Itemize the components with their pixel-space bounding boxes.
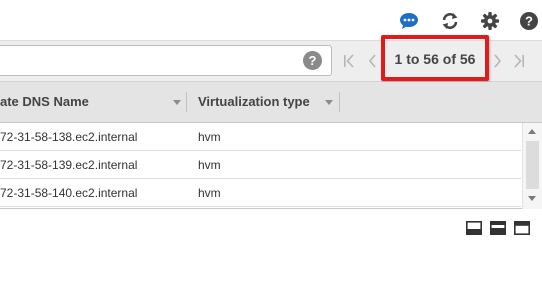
sort-caret-icon[interactable] [325,100,333,105]
column-header-private-dns-name[interactable]: ate DNS Name [0,82,89,122]
next-page-icon[interactable] [489,51,505,71]
scroll-up-icon[interactable] [528,129,536,134]
top-toolbar: ? [0,0,542,40]
first-page-icon[interactable] [341,51,357,71]
layout-split-panel-icon[interactable] [490,221,506,235]
sort-caret-icon[interactable] [173,100,181,105]
column-header-virtualization-type[interactable]: Virtualization type [198,82,310,122]
private-dns-cell: 72-31-58-140.ec2.internal [0,186,138,200]
private-dns-cell: 72-31-58-139.ec2.internal [0,158,138,172]
gear-icon[interactable] [480,11,500,31]
last-page-icon[interactable] [511,51,527,71]
table-header: ate DNS Name Virtualization type [0,82,542,123]
pagination-highlight-box [381,35,489,81]
virtualization-type-cell: hvm [198,186,221,200]
table-row[interactable]: 72-31-58-140.ec2.internal hvm [0,179,521,207]
virtualization-type-cell: hvm [198,130,221,144]
table-row[interactable]: 72-31-58-138.ec2.internal hvm [0,123,521,151]
filter-input[interactable] [5,52,295,70]
layout-bottom-panel-icon[interactable] [466,221,482,235]
scroll-down-icon[interactable] [528,196,536,201]
table-body: 72-31-58-138.ec2.internal hvm 72-31-58-1… [0,123,542,209]
column-resize-handle[interactable] [339,92,340,112]
scrollbar-thumb[interactable] [526,141,539,189]
layout-top-panel-icon[interactable] [514,221,530,235]
virtualization-type-cell: hvm [198,158,221,172]
svg-text:?: ? [525,14,533,29]
filter-help-icon[interactable]: ? [303,51,322,70]
previous-page-icon[interactable] [365,51,381,71]
filter-box: ? [0,45,332,76]
refresh-icon[interactable] [440,11,460,31]
help-icon[interactable]: ? [519,11,539,31]
private-dns-cell: 72-31-58-138.ec2.internal [0,130,138,144]
chat-icon[interactable] [399,11,419,31]
column-resize-handle[interactable] [186,92,187,112]
table-scrollbar[interactable] [522,123,542,209]
table-row[interactable]: 72-31-58-139.ec2.internal hvm [0,151,521,179]
